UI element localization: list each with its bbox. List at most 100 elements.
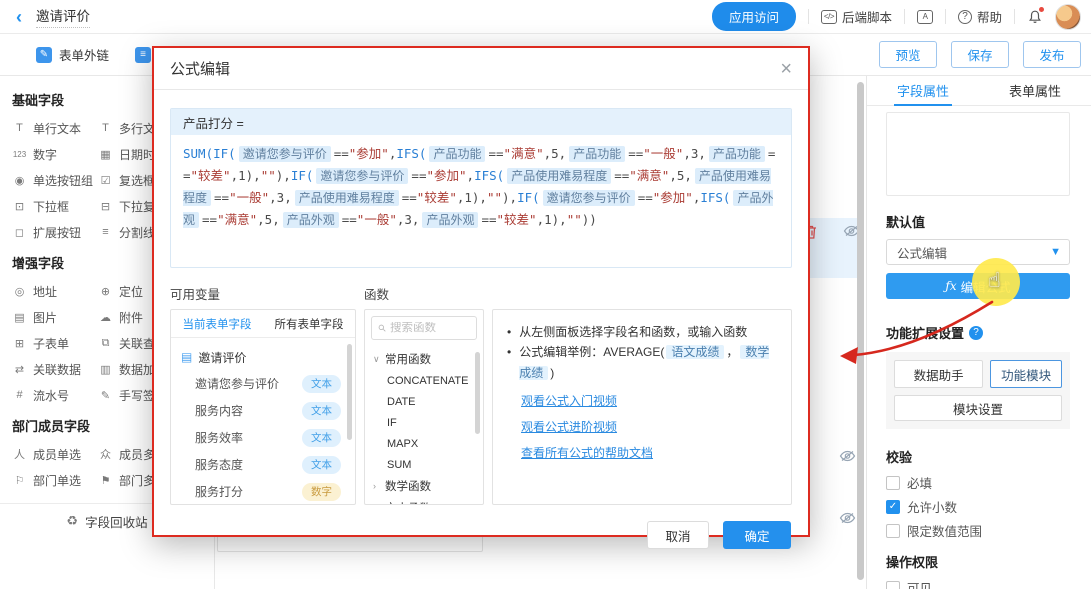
function-group-math[interactable]: › 数学函数 bbox=[373, 475, 475, 497]
field-type-select[interactable]: ⊡下拉框 bbox=[12, 193, 98, 219]
address-icon: ◎ bbox=[12, 285, 27, 298]
data-helper-button[interactable]: 数据助手 bbox=[894, 360, 983, 388]
link-intro-video[interactable]: 观看公式入门视频 bbox=[521, 392, 777, 409]
checkbox-icon[interactable] bbox=[886, 524, 900, 538]
language-icon[interactable]: A bbox=[917, 10, 933, 24]
default-value-select[interactable]: 公式编辑 ▼ bbox=[886, 239, 1070, 265]
publish-button[interactable]: 发布 bbox=[1023, 41, 1081, 68]
type-badge: 文本 bbox=[302, 429, 341, 447]
linked-query-icon: ⧉ bbox=[98, 337, 113, 350]
default-value-label: 默认值 bbox=[886, 212, 1070, 231]
notification-bell-icon[interactable] bbox=[1027, 9, 1043, 25]
variables-panel: 当前表单字段 所有表单字段 ▤ 邀请评价 邀请您参与评价文本 服务内容文本 服务… bbox=[170, 309, 356, 505]
variable-row[interactable]: 服务内容文本 bbox=[181, 397, 345, 424]
divider bbox=[945, 9, 946, 24]
confirm-button[interactable]: 确定 bbox=[723, 521, 791, 549]
checkbox-required[interactable]: 必填 bbox=[886, 475, 1070, 490]
variable-row[interactable]: 服务态度文本 bbox=[181, 451, 345, 478]
function-item[interactable]: DATE bbox=[373, 391, 475, 412]
checkbox-allow-decimal[interactable]: 允许小数 bbox=[886, 499, 1070, 514]
data-load-icon: ▥ bbox=[98, 363, 113, 376]
function-item[interactable]: IF bbox=[373, 412, 475, 433]
checkbox-icon[interactable] bbox=[886, 581, 900, 589]
function-module-button[interactable]: 功能模块 bbox=[990, 360, 1062, 388]
field-type-number[interactable]: 123数字 bbox=[12, 141, 98, 167]
extension-settings-label: 功能扩展设置 bbox=[886, 323, 964, 342]
function-item[interactable]: MAPX bbox=[373, 433, 475, 454]
tab-field-properties[interactable]: 字段属性 bbox=[867, 76, 979, 105]
attachment-icon: ☁ bbox=[98, 311, 113, 324]
form-doc-icon: ▤ bbox=[181, 350, 192, 364]
help-circle-icon[interactable]: ? bbox=[969, 326, 983, 340]
properties-tabs: 字段属性 表单属性 bbox=[867, 76, 1091, 106]
checkbox-icon: ☑ bbox=[98, 174, 113, 187]
default-value-selected: 公式编辑 bbox=[897, 243, 947, 262]
variable-row[interactable]: 邀请您参与评价文本 bbox=[181, 370, 345, 397]
field-type-extend-button[interactable]: ◻扩展按钮 bbox=[12, 219, 98, 245]
location-icon: ⊕ bbox=[98, 285, 113, 298]
eye-off-icon[interactable] bbox=[839, 449, 856, 468]
divider-icon: ≡ bbox=[98, 226, 113, 238]
checkbox-icon[interactable] bbox=[886, 476, 900, 490]
checkbox-icon[interactable] bbox=[886, 500, 900, 514]
function-item[interactable]: CONCATENATE bbox=[373, 370, 475, 391]
checkbox-limit-range[interactable]: 限定数值范围 bbox=[886, 523, 1070, 538]
link-help-docs[interactable]: 查看所有公式的帮助文档 bbox=[521, 444, 777, 461]
formula-input[interactable]: SUM(IF(邀请您参与评价=="参加",IFS(产品功能=="满意",5,产品… bbox=[171, 135, 791, 267]
tab-form-properties[interactable]: 表单属性 bbox=[979, 76, 1091, 105]
field-type-address[interactable]: ◎地址 bbox=[12, 278, 98, 304]
help-label: 帮助 bbox=[977, 7, 1002, 26]
canvas-scrollbar[interactable] bbox=[857, 82, 864, 580]
document-icon: ≡ bbox=[135, 47, 151, 63]
field-type-dept-single[interactable]: ⚐部门单选 bbox=[12, 467, 98, 493]
form-external-link-button[interactable]: ✎ 表单外链 bbox=[36, 45, 109, 64]
backend-script-label: 后端脚本 bbox=[842, 7, 892, 26]
type-badge: 文本 bbox=[302, 402, 341, 420]
user-avatar[interactable] bbox=[1055, 4, 1081, 30]
form-node[interactable]: ▤ 邀请评价 bbox=[181, 344, 345, 370]
link-icon: ✎ bbox=[36, 47, 52, 63]
checkbox-visible[interactable]: 可见 bbox=[886, 580, 1070, 589]
help-bullet-2: 公式编辑举例：AVERAGE(语文成绩，数学成绩) bbox=[519, 342, 777, 383]
function-search-input[interactable] bbox=[390, 322, 470, 334]
field-type-radio-group[interactable]: ◉单选按钮组 bbox=[12, 167, 98, 193]
functions-label: 函数 bbox=[364, 284, 389, 303]
linked-data-icon: ⇄ bbox=[12, 363, 27, 376]
back-icon[interactable]: ‹ bbox=[16, 8, 22, 26]
app-access-button[interactable]: 应用访问 bbox=[712, 2, 796, 31]
variables-scrollbar[interactable] bbox=[347, 344, 352, 440]
close-icon[interactable]: × bbox=[780, 59, 792, 79]
hand-cursor-icon: ☝ bbox=[988, 268, 1001, 293]
cancel-button[interactable]: 取消 bbox=[647, 521, 709, 549]
field-type-image[interactable]: ▤图片 bbox=[12, 304, 98, 330]
eye-off-icon[interactable] bbox=[839, 511, 856, 530]
save-button[interactable]: 保存 bbox=[951, 41, 1009, 68]
function-search[interactable] bbox=[371, 316, 477, 340]
field-description-box[interactable] bbox=[886, 112, 1070, 196]
field-type-subform[interactable]: ⊞子表单 bbox=[12, 330, 98, 356]
signature-icon: ✎ bbox=[98, 389, 113, 402]
variable-row[interactable]: 服务效率文本 bbox=[181, 424, 345, 451]
tab-all-form-fields[interactable]: 所有表单字段 bbox=[263, 316, 355, 332]
function-group-common[interactable]: ∨ 常用函数 bbox=[373, 348, 475, 370]
member-single-icon: 人 bbox=[12, 446, 27, 462]
number-icon: 123 bbox=[12, 150, 27, 159]
field-type-single-line-text[interactable]: T单行文本 bbox=[12, 115, 98, 141]
preview-button[interactable]: 预览 bbox=[879, 41, 937, 68]
chevron-down-icon: ▼ bbox=[1050, 246, 1061, 258]
field-type-member-single[interactable]: 人成员单选 bbox=[12, 441, 98, 467]
function-group-text[interactable]: › 文本函数 bbox=[373, 497, 475, 505]
help-button[interactable]: ? 帮助 bbox=[958, 7, 1002, 26]
link-advanced-video[interactable]: 观看公式进阶视频 bbox=[521, 418, 777, 435]
variable-row[interactable]: 服务打分数字 bbox=[181, 478, 345, 505]
search-icon bbox=[378, 322, 386, 334]
module-settings-button[interactable]: 模块设置 bbox=[894, 395, 1062, 421]
field-type-serial-number[interactable]: #流水号 bbox=[12, 382, 98, 408]
backend-script-button[interactable]: </> 后端脚本 bbox=[821, 7, 892, 26]
code-icon: </> bbox=[821, 10, 837, 24]
function-item[interactable]: SUM bbox=[373, 454, 475, 475]
type-badge: 文本 bbox=[302, 456, 341, 474]
field-type-linked-data[interactable]: ⇄关联数据 bbox=[12, 356, 98, 382]
functions-scrollbar[interactable] bbox=[475, 352, 480, 434]
tab-current-form-fields[interactable]: 当前表单字段 bbox=[171, 316, 263, 332]
